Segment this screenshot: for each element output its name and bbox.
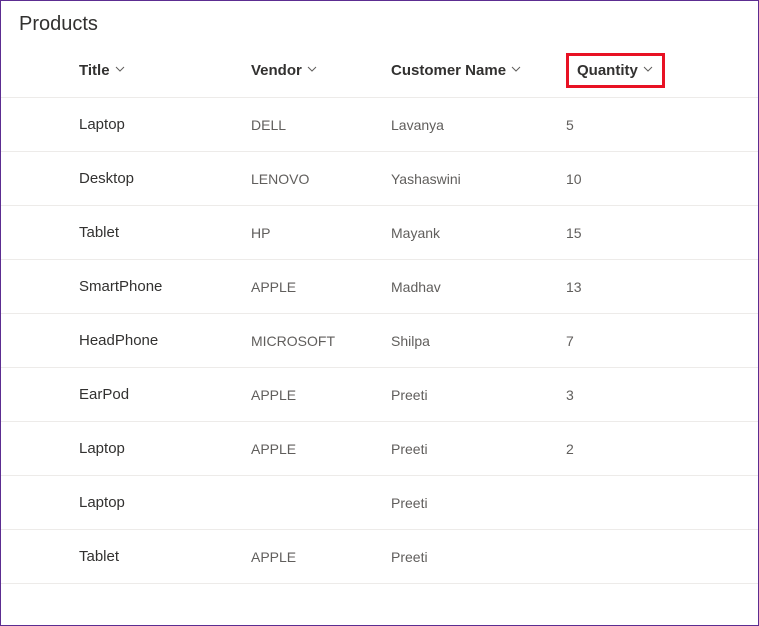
cell-title: Laptop (79, 494, 125, 511)
cell-customer: Preeti (391, 549, 428, 565)
table-row[interactable]: Tablet APPLE Preeti (1, 530, 758, 584)
cell-customer: Shilpa (391, 333, 430, 349)
table-header-row: Title Vendor Customer Name (1, 44, 758, 98)
column-header-quantity[interactable]: Quantity (566, 53, 665, 88)
cell-quantity: 13 (566, 279, 582, 295)
cell-title: Tablet (79, 224, 119, 241)
cell-vendor: DELL (251, 117, 286, 133)
cell-vendor: APPLE (251, 549, 296, 565)
cell-customer: Preeti (391, 387, 428, 403)
column-header-quantity-label: Quantity (577, 62, 638, 79)
chevron-down-icon (510, 62, 522, 79)
cell-customer: Mayank (391, 225, 440, 241)
chevron-down-icon (114, 62, 126, 79)
cell-title: Tablet (79, 548, 119, 565)
cell-vendor: HP (251, 225, 270, 241)
cell-quantity: 3 (566, 387, 574, 403)
cell-customer: Lavanya (391, 117, 444, 133)
cell-customer: Yashaswini (391, 171, 461, 187)
cell-quantity: 5 (566, 117, 574, 133)
cell-vendor: APPLE (251, 387, 296, 403)
table-row[interactable]: Laptop DELL Lavanya 5 (1, 98, 758, 152)
cell-title: Laptop (79, 116, 125, 133)
cell-customer: Preeti (391, 495, 428, 511)
cell-quantity: 2 (566, 441, 574, 457)
table-row[interactable]: SmartPhone APPLE Madhav 13 (1, 260, 758, 314)
chevron-down-icon (642, 62, 654, 79)
cell-title: Laptop (79, 440, 125, 457)
cell-quantity: 10 (566, 171, 582, 187)
page-title: Products (1, 1, 758, 44)
cell-vendor: APPLE (251, 279, 296, 295)
cell-customer: Madhav (391, 279, 441, 295)
table-row[interactable]: Laptop APPLE Preeti 2 (1, 422, 758, 476)
cell-title: HeadPhone (79, 332, 158, 349)
table-row[interactable]: HeadPhone MICROSOFT Shilpa 7 (1, 314, 758, 368)
cell-title: SmartPhone (79, 278, 162, 295)
cell-customer: Preeti (391, 441, 428, 457)
table-row[interactable]: Laptop Preeti (1, 476, 758, 530)
column-header-title-label: Title (79, 62, 110, 79)
cell-quantity: 15 (566, 225, 582, 241)
cell-title: Desktop (79, 170, 134, 187)
column-header-customer-label: Customer Name (391, 62, 506, 79)
column-header-vendor-label: Vendor (251, 62, 302, 79)
cell-quantity: 7 (566, 333, 574, 349)
chevron-down-icon (306, 62, 318, 79)
cell-vendor: MICROSOFT (251, 333, 335, 349)
table-row[interactable]: EarPod APPLE Preeti 3 (1, 368, 758, 422)
cell-vendor: APPLE (251, 441, 296, 457)
table-row[interactable]: Tablet HP Mayank 15 (1, 206, 758, 260)
cell-title: EarPod (79, 386, 129, 403)
column-header-title[interactable]: Title (79, 62, 126, 79)
column-header-vendor[interactable]: Vendor (251, 62, 318, 79)
products-table: Title Vendor Customer Name (1, 44, 758, 584)
cell-vendor: LENOVO (251, 171, 309, 187)
table-row[interactable]: Desktop LENOVO Yashaswini 10 (1, 152, 758, 206)
column-header-customer[interactable]: Customer Name (391, 62, 522, 79)
